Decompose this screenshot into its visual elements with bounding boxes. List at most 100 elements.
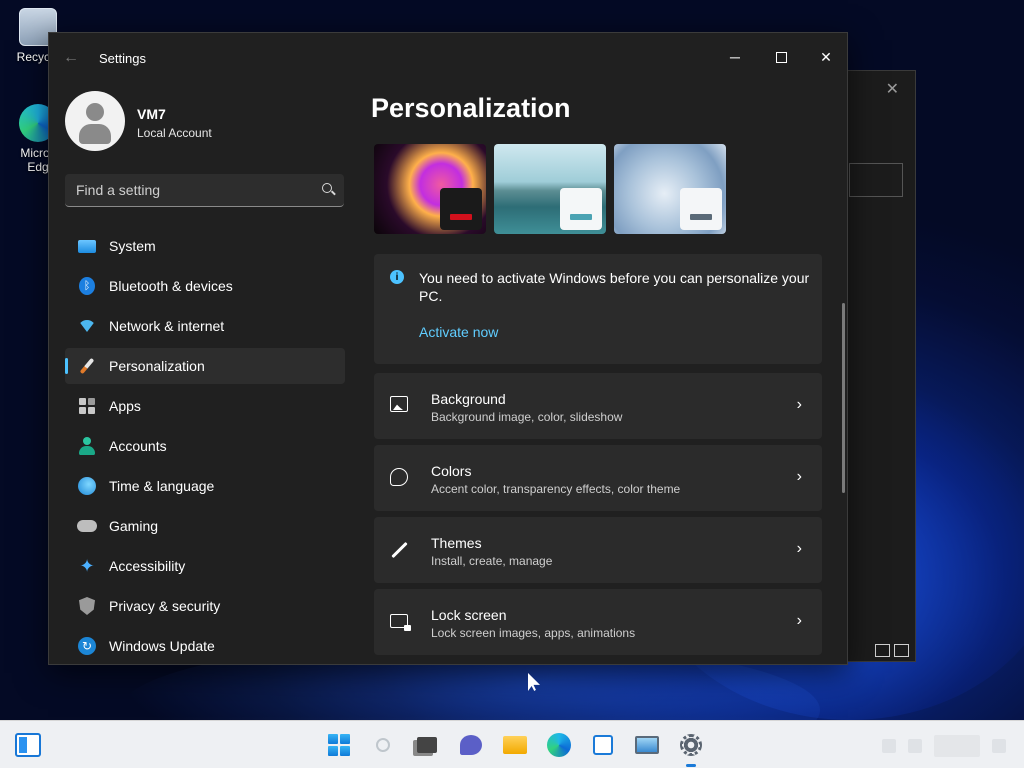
sidebar-item-bluetooth[interactable]: ᛒ Bluetooth & devices bbox=[65, 268, 345, 304]
shield-icon bbox=[77, 596, 97, 616]
scrollbar[interactable] bbox=[842, 303, 845, 493]
volume-tray-icon[interactable] bbox=[908, 739, 922, 753]
settings-cards: Background Background image, color, slid… bbox=[374, 373, 822, 661]
sidebar-item-system[interactable]: System bbox=[65, 228, 345, 264]
store-icon bbox=[593, 735, 613, 755]
task-view-button[interactable] bbox=[410, 729, 444, 761]
avatar-head bbox=[86, 103, 104, 121]
minimize-button[interactable]: ─ bbox=[712, 41, 758, 73]
view-toggle[interactable] bbox=[875, 644, 909, 657]
system-tray[interactable] bbox=[882, 735, 1006, 757]
wifi-icon bbox=[77, 316, 97, 336]
search-box[interactable] bbox=[65, 174, 344, 207]
file-explorer-button[interactable] bbox=[498, 729, 532, 761]
settings-window: ← Settings ─ ✕ VM7 Local Account System … bbox=[48, 32, 848, 665]
sidebar-item-accessibility[interactable]: ✦ Accessibility bbox=[65, 548, 345, 584]
card-subtitle: Background image, color, slideshow bbox=[431, 410, 623, 424]
theme-gallery bbox=[374, 144, 726, 234]
task-view-icon bbox=[417, 737, 437, 753]
card-lock-screen[interactable]: Lock screen Lock screen images, apps, an… bbox=[374, 589, 822, 655]
sidebar-item-label: Gaming bbox=[109, 518, 159, 534]
sidebar-item-label: Bluetooth & devices bbox=[109, 278, 233, 294]
globe-icon bbox=[77, 476, 97, 496]
active-app-indicator bbox=[686, 764, 696, 767]
photos-icon bbox=[635, 736, 659, 754]
sidebar-item-privacy[interactable]: Privacy & security bbox=[65, 588, 345, 624]
lock-screen-icon bbox=[390, 612, 411, 632]
sidebar-item-label: Privacy & security bbox=[109, 598, 221, 614]
network-tray-icon[interactable] bbox=[882, 739, 896, 753]
windows-logo-icon bbox=[328, 734, 350, 756]
activation-message: You need to activate Windows before you … bbox=[419, 270, 810, 304]
edge-icon bbox=[547, 733, 571, 757]
photos-button[interactable] bbox=[630, 729, 664, 761]
settings-taskbar-button[interactable] bbox=[674, 729, 708, 767]
sidebar-item-label: Apps bbox=[109, 398, 141, 414]
chevron-right-icon: › bbox=[796, 540, 802, 557]
sidebar-item-network[interactable]: Network & internet bbox=[65, 308, 345, 344]
sidebar-item-label: System bbox=[109, 238, 156, 254]
close-button[interactable]: ✕ bbox=[803, 41, 847, 73]
chevron-right-icon: › bbox=[796, 612, 802, 629]
notifications-icon[interactable] bbox=[992, 739, 1006, 753]
accessibility-icon: ✦ bbox=[79, 556, 95, 576]
taskbar-search-button[interactable] bbox=[366, 729, 400, 761]
theme-preview-window bbox=[440, 188, 482, 230]
details-view-icon[interactable] bbox=[875, 644, 890, 657]
window-title: Settings bbox=[99, 51, 146, 66]
apps-icon bbox=[77, 396, 97, 416]
account-type: Local Account bbox=[137, 126, 212, 140]
card-title: Themes bbox=[431, 535, 482, 551]
theme-glow[interactable] bbox=[374, 144, 486, 234]
card-title: Lock screen bbox=[431, 607, 507, 623]
close-icon[interactable]: ✕ bbox=[886, 79, 899, 99]
start-button[interactable] bbox=[322, 729, 356, 761]
tiles-view-icon[interactable] bbox=[894, 644, 909, 657]
theme-preview-window bbox=[680, 188, 722, 230]
sidebar-item-label: Time & language bbox=[109, 478, 215, 494]
sidebar-item-label: Personalization bbox=[109, 358, 205, 374]
sidebar-item-label: Windows Update bbox=[109, 638, 215, 654]
widgets-icon[interactable] bbox=[15, 733, 41, 757]
person-icon bbox=[77, 436, 97, 456]
card-background[interactable]: Background Background image, color, slid… bbox=[374, 373, 822, 439]
theme-bloom[interactable] bbox=[614, 144, 726, 234]
search-input[interactable] bbox=[65, 174, 344, 206]
card-colors[interactable]: Colors Accent color, transparency effect… bbox=[374, 445, 822, 511]
user-profile[interactable]: VM7 Local Account bbox=[65, 91, 345, 155]
sidebar-item-gaming[interactable]: Gaming bbox=[65, 508, 345, 544]
maximize-icon bbox=[775, 51, 787, 63]
bluetooth-icon: ᛒ bbox=[77, 276, 97, 296]
search-icon[interactable] bbox=[322, 183, 332, 193]
card-themes[interactable]: Themes Install, create, manage › bbox=[374, 517, 822, 583]
back-arrow-icon[interactable]: ← bbox=[63, 49, 79, 67]
pen-icon bbox=[390, 540, 410, 560]
chat-icon bbox=[460, 735, 482, 755]
sidebar-item-personalization[interactable]: Personalization bbox=[65, 348, 345, 384]
sidebar-item-label: Network & internet bbox=[109, 318, 225, 334]
theme-captured-motion[interactable] bbox=[494, 144, 606, 234]
search-icon bbox=[376, 738, 390, 752]
palette-icon bbox=[390, 468, 410, 488]
clock[interactable] bbox=[934, 735, 980, 757]
title-bar[interactable]: ← Settings ─ ✕ bbox=[49, 33, 847, 81]
sidebar-item-accounts[interactable]: Accounts bbox=[65, 428, 345, 464]
sidebar-item-windows-update[interactable]: ↻ Windows Update bbox=[65, 628, 345, 664]
sidebar-item-time-language[interactable]: Time & language bbox=[65, 468, 345, 504]
gear-icon bbox=[680, 734, 702, 756]
info-icon: i bbox=[390, 270, 404, 284]
chevron-right-icon: › bbox=[796, 468, 802, 485]
store-button[interactable] bbox=[586, 729, 620, 761]
taskbar-apps bbox=[322, 729, 708, 767]
chevron-right-icon: › bbox=[796, 396, 802, 413]
card-title: Background bbox=[431, 391, 506, 407]
update-icon: ↻ bbox=[77, 636, 97, 656]
sidebar-nav: System ᛒ Bluetooth & devices Network & i… bbox=[65, 228, 345, 664]
avatar bbox=[65, 91, 125, 151]
theme-preview-window bbox=[560, 188, 602, 230]
activate-now-link[interactable]: Activate now bbox=[419, 324, 498, 340]
chat-button[interactable] bbox=[454, 729, 488, 761]
maximize-button[interactable] bbox=[758, 41, 804, 73]
edge-button[interactable] bbox=[542, 729, 576, 761]
sidebar-item-apps[interactable]: Apps bbox=[65, 388, 345, 424]
